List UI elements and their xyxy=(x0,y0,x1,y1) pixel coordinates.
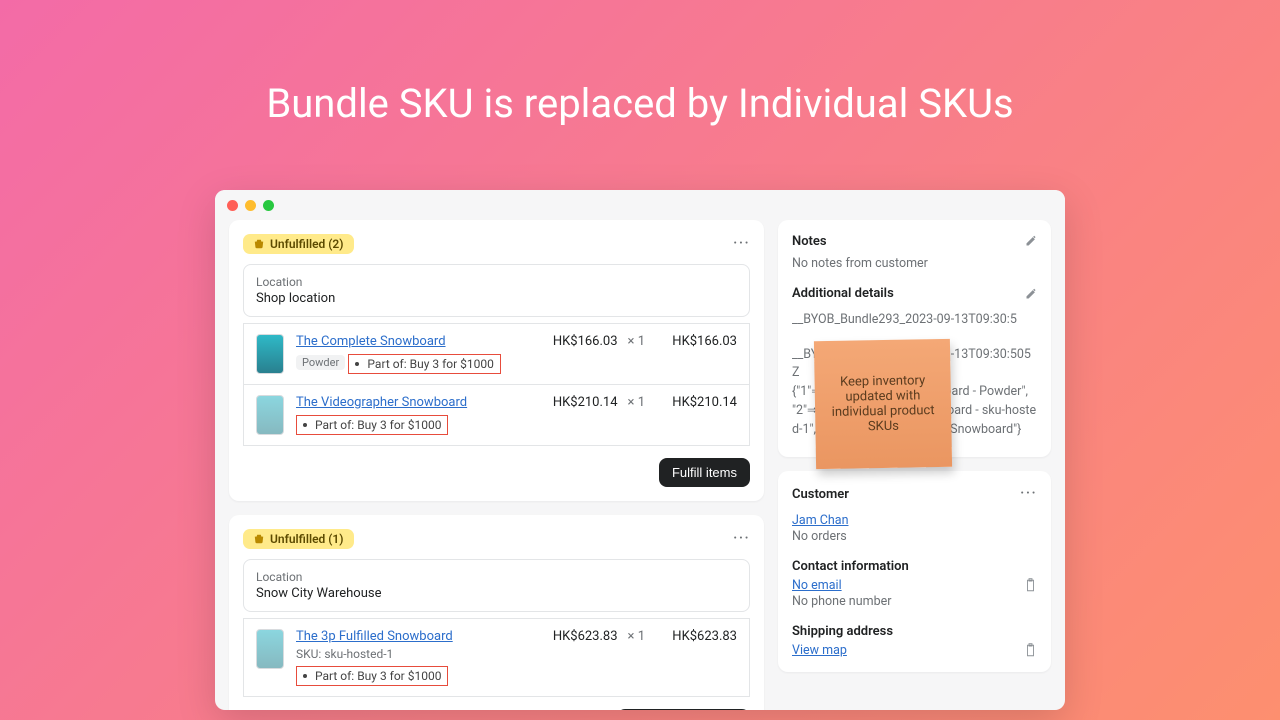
badge-label: Unfulfilled (2) xyxy=(270,237,344,251)
line-total: HK$166.03 xyxy=(657,334,737,349)
minimize-window-dot[interactable] xyxy=(245,200,256,211)
card-more-menu[interactable]: ··· xyxy=(733,530,750,548)
clipboard-icon[interactable] xyxy=(1024,578,1037,593)
location-block: Location Snow City Warehouse xyxy=(243,559,750,612)
part-of-bundle-tag: Part of: Buy 3 for $1000 xyxy=(296,666,448,686)
additional-details-title: Additional details xyxy=(792,286,894,301)
unfulfilled-icon xyxy=(253,238,265,250)
customer-title: Customer xyxy=(792,487,849,502)
view-map-link[interactable]: View map xyxy=(792,643,847,658)
product-title-link[interactable]: The 3p Fulfilled Snowboard xyxy=(296,629,453,644)
maximize-window-dot[interactable] xyxy=(263,200,274,211)
notes-title: Notes xyxy=(792,234,827,249)
customer-card: Customer ··· Jam Chan No orders Contact … xyxy=(778,471,1051,672)
sku-text: SKU: sku-hosted-1 xyxy=(296,647,541,661)
fulfillment-card: Unfulfilled (1) ··· Location Snow City W… xyxy=(229,515,764,710)
part-of-bundle-tag: Part of: Buy 3 for $1000 xyxy=(348,354,500,374)
clipboard-icon[interactable] xyxy=(1024,643,1037,658)
line-total: HK$623.83 xyxy=(657,629,737,644)
shipping-address-title: Shipping address xyxy=(792,624,1037,639)
page-title: Bundle SKU is replaced by Individual SKU… xyxy=(0,80,1280,127)
unfulfilled-badge: Unfulfilled (2) xyxy=(243,234,354,254)
product-thumbnail[interactable] xyxy=(256,629,284,669)
location-value: Shop location xyxy=(256,291,737,306)
pencil-icon[interactable] xyxy=(1023,235,1037,249)
location-value: Snow City Warehouse xyxy=(256,586,737,601)
location-label: Location xyxy=(256,570,737,584)
customer-orders-text: No orders xyxy=(792,528,1037,547)
card-more-menu[interactable]: ··· xyxy=(733,235,750,253)
product-title-link[interactable]: The Complete Snowboard xyxy=(296,334,446,349)
product-thumbnail[interactable] xyxy=(256,395,284,435)
line-total: HK$210.14 xyxy=(657,395,737,410)
badge-label: Unfulfilled (1) xyxy=(270,532,344,546)
location-label: Location xyxy=(256,275,737,289)
customer-phone-text: No phone number xyxy=(792,593,1037,612)
location-block: Location Shop location xyxy=(243,264,750,317)
line-item: The Complete Snowboard Powder Part of: B… xyxy=(243,323,750,385)
unfulfilled-icon xyxy=(253,533,265,545)
fulfillment-card: Unfulfilled (2) ··· Location Shop locati… xyxy=(229,220,764,501)
line-item: The 3p Fulfilled Snowboard SKU: sku-host… xyxy=(243,618,750,697)
notes-text: No notes from customer xyxy=(792,255,1037,274)
unit-price: HK$623.83 × 1 xyxy=(553,629,645,644)
window-titlebar xyxy=(215,190,1065,220)
sticky-note-annotation: Keep inventory updated with individual p… xyxy=(814,339,952,469)
product-thumbnail[interactable] xyxy=(256,334,284,374)
contact-info-title: Contact information xyxy=(792,559,1037,574)
part-of-bundle-tag: Part of: Buy 3 for $1000 xyxy=(296,415,448,435)
request-fulfillment-button[interactable]: Request fulfillment xyxy=(617,709,750,710)
variant-chip: Powder xyxy=(296,355,345,370)
close-window-dot[interactable] xyxy=(227,200,238,211)
unit-price: HK$210.14 × 1 xyxy=(553,395,645,410)
product-title-link[interactable]: The Videographer Snowboard xyxy=(296,395,467,410)
line-item: The Videographer Snowboard Part of: Buy … xyxy=(243,385,750,446)
customer-email-link[interactable]: No email xyxy=(792,578,842,593)
unfulfilled-badge: Unfulfilled (1) xyxy=(243,529,354,549)
pencil-icon[interactable] xyxy=(1023,288,1037,302)
additional-detail-line: __BYOB_Bundle293_2023-09-13T09:30:5 xyxy=(792,311,1037,330)
fulfill-items-button[interactable]: Fulfill items xyxy=(659,458,750,487)
customer-more-menu[interactable]: ··· xyxy=(1020,485,1037,503)
unit-price: HK$166.03 × 1 xyxy=(553,334,645,349)
customer-name-link[interactable]: Jam Chan xyxy=(792,513,848,528)
